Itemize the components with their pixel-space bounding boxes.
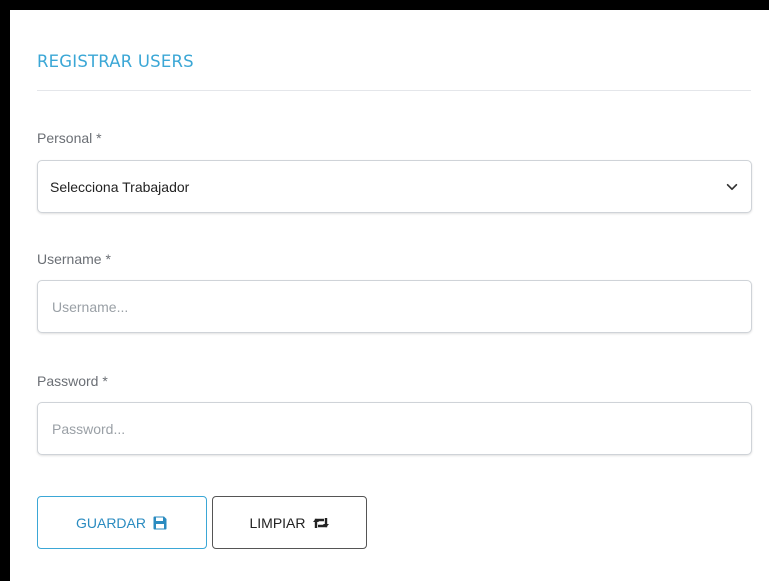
title-divider — [37, 90, 751, 91]
personal-select[interactable]: Selecciona Trabajador — [37, 160, 752, 213]
clear-button[interactable]: LIMPIAR — [212, 496, 367, 549]
floppy-disk-icon — [153, 516, 167, 529]
retweet-icon — [312, 517, 329, 528]
form-title: REGISTRAR USERS — [37, 52, 194, 71]
clear-button-label: LIMPIAR — [249, 514, 306, 531]
password-field[interactable] — [37, 402, 752, 455]
form-panel: REGISTRAR USERS Personal * Selecciona Tr… — [10, 10, 769, 581]
save-button-label: GUARDAR — [75, 514, 146, 531]
password-label: Password * — [37, 373, 108, 389]
personal-select-value: Selecciona Trabajador — [50, 178, 190, 195]
save-button[interactable]: GUARDAR — [37, 496, 207, 549]
username-label: Username * — [37, 251, 111, 267]
personal-label: Personal * — [37, 130, 102, 146]
password-input[interactable] — [50, 419, 739, 438]
chevron-down-icon — [726, 183, 738, 190]
username-input[interactable] — [50, 297, 739, 316]
username-field[interactable] — [37, 280, 752, 333]
